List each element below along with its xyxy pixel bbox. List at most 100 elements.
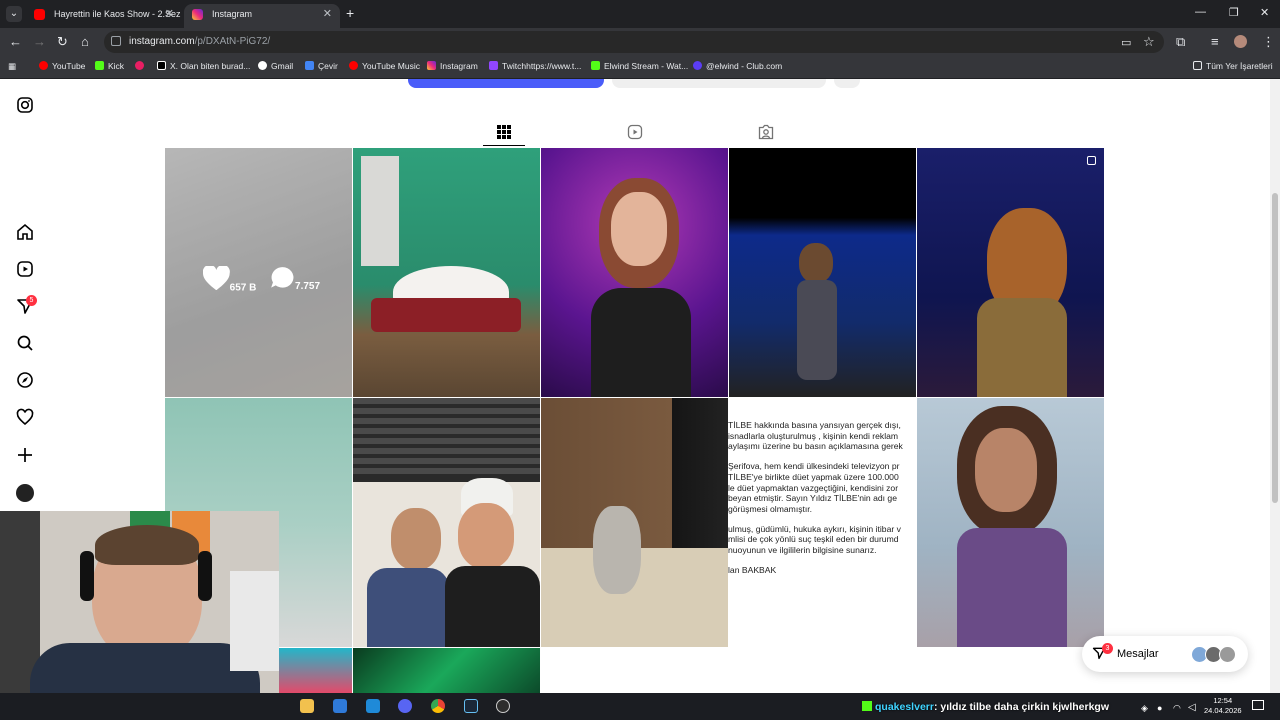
post-thumbnail[interactable] [353, 398, 540, 647]
bookmark-youtube[interactable]: YouTube [39, 61, 85, 72]
headphones [80, 551, 94, 601]
reload-icon[interactable]: ↻ [57, 34, 68, 50]
explore-icon[interactable] [16, 371, 34, 389]
search-icon[interactable] [16, 334, 34, 352]
bookmark-x[interactable]: X. Olan biten burad... [157, 61, 250, 72]
radiator [361, 156, 399, 266]
post-thumbnail[interactable] [279, 648, 352, 693]
comment-icon [271, 267, 294, 288]
bookmark-twitch[interactable]: Twitchhttps://www.t... [489, 61, 581, 72]
store-icon[interactable] [333, 699, 347, 713]
headphones [198, 551, 212, 601]
volume-icon[interactable]: ◁ [1188, 702, 1196, 713]
post-thumbnail[interactable] [541, 148, 728, 397]
post-thumbnail[interactable] [353, 148, 540, 397]
singer-outfit [797, 280, 837, 380]
home-icon[interactable] [16, 223, 34, 241]
home-icon[interactable]: ⌂ [81, 34, 89, 50]
profile-avatar[interactable] [16, 484, 34, 502]
new-tab-button[interactable]: + [346, 5, 354, 21]
post-thumbnail[interactable] [917, 148, 1104, 397]
close-tab-icon[interactable]: ✕ [165, 4, 174, 24]
message-button[interactable] [612, 79, 826, 88]
bookmark-elwind-stream[interactable]: Elwind Stream - Wat... [591, 61, 688, 72]
close-window-icon[interactable]: ✕ [1260, 6, 1269, 19]
microphone-icon[interactable]: ● [1157, 703, 1162, 713]
notification-center-icon[interactable] [1252, 700, 1264, 710]
post-thumbnail[interactable] [353, 648, 540, 693]
reading-list-icon[interactable]: ≡ [1211, 34, 1219, 50]
discord-icon[interactable] [398, 699, 412, 713]
tagged-tab-icon[interactable] [758, 124, 774, 140]
streamer-sweater [30, 643, 260, 693]
site-info-icon[interactable] [111, 36, 121, 46]
post-thumbnail[interactable] [165, 148, 352, 397]
cast-icon[interactable]: ▭ [1121, 35, 1131, 51]
comment-count: 7.757 [270, 266, 320, 292]
url-text[interactable]: instagram.com/p/DXAtN-PiG72/ [129, 36, 270, 47]
more-options-button[interactable] [834, 79, 860, 88]
create-icon[interactable] [16, 446, 34, 464]
post-thumbnail[interactable] [729, 148, 916, 397]
posts-grid-icon[interactable] [496, 124, 512, 140]
woman-dress [957, 528, 1067, 647]
close-tab-icon[interactable]: ✕ [323, 4, 332, 24]
tab-instagram[interactable]: Instagram ✕ [184, 4, 340, 28]
stream-chat-message: quakeslverr: yıldız tilbe daha çirkin kj… [862, 701, 1109, 713]
heart-icon[interactable] [16, 408, 34, 426]
minimize-icon[interactable]: — [1195, 6, 1206, 18]
chrome-icon[interactable] [431, 699, 445, 713]
steam-icon[interactable] [464, 699, 478, 713]
bookmark-gmail[interactable]: Gmail [258, 61, 293, 72]
obs-icon[interactable] [496, 699, 510, 713]
bookmark-star-icon[interactable]: ☆ [1143, 34, 1155, 50]
bookmark-youtube-music[interactable]: YouTube Music [349, 61, 420, 72]
avatar [1219, 646, 1236, 663]
ceiling [353, 398, 540, 478]
file-explorer-icon[interactable] [300, 699, 314, 713]
apps-icon[interactable]: ▦ [8, 61, 16, 72]
streamer-hair [95, 525, 199, 565]
tab-title: Instagram [212, 9, 253, 19]
extensions-icon[interactable]: ⧉ [1176, 34, 1185, 50]
heart-icon [202, 264, 230, 291]
bookmark-translate[interactable]: Çevir [305, 61, 338, 72]
singer-outfit [591, 288, 691, 397]
wifi-icon[interactable]: ◠ [1173, 703, 1181, 714]
scrollbar-thumb[interactable] [1272, 193, 1278, 503]
instagram-logo-icon[interactable] [16, 96, 34, 114]
grey-cat [593, 506, 641, 594]
bookmark-kick[interactable]: Kick [95, 61, 124, 72]
bookmark-twitch-circle[interactable] [135, 61, 148, 72]
notification-badge: 5 [26, 295, 37, 306]
post-thumbnail[interactable] [917, 398, 1104, 647]
tab-youtube[interactable]: Hayrettin ile Kaos Show - 2.Sez ✕ [26, 4, 182, 28]
reels-tab-icon[interactable] [627, 124, 643, 140]
tab-title: Hayrettin ile Kaos Show - 2.Sez [54, 9, 181, 19]
tab-search-button[interactable]: ⌄ [6, 6, 22, 22]
follow-button[interactable] [408, 79, 604, 88]
post-thumbnail[interactable] [541, 398, 728, 647]
woman-face [975, 428, 1037, 512]
man-jacket [445, 566, 540, 647]
maximize-icon[interactable]: ❐ [1229, 6, 1239, 19]
bookmark-elwind-club[interactable]: @elwind - Club.com [693, 61, 782, 72]
singer-hair [799, 243, 833, 283]
reels-icon[interactable] [16, 260, 34, 278]
singer-face [611, 192, 667, 266]
taskbar-clock[interactable]: 12:54 24.04.2026 [1204, 696, 1242, 716]
all-bookmarks-folder[interactable]: Tüm Yer İşaretleri [1193, 61, 1273, 72]
back-icon[interactable]: ← [9, 34, 22, 50]
hover-overlay [165, 148, 352, 397]
app-icon[interactable] [366, 699, 380, 713]
youtube-icon [34, 9, 45, 20]
network-icon[interactable]: ◈ [1141, 703, 1148, 714]
singer-outfit [977, 298, 1067, 397]
bookmark-instagram[interactable]: Instagram [427, 61, 478, 72]
forward-icon[interactable]: → [33, 34, 46, 50]
menu-icon[interactable]: ⋮ [1262, 34, 1275, 50]
profile-avatar[interactable] [1234, 35, 1247, 48]
carousel-icon [1087, 156, 1096, 165]
like-count: 657 B [202, 264, 256, 293]
press-statement-text: TİLBE hakkında basına yansıyan gerçek dı… [728, 420, 903, 575]
